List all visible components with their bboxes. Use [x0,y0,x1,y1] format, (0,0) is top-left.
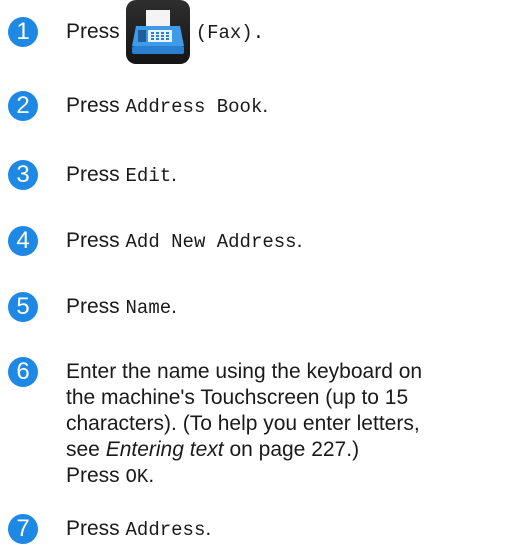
step-text: Press (Fax). [66,0,516,65]
instruction-line: characters). (To help you enter letters, [66,412,420,435]
press-label: Press [66,295,120,318]
step-number: 6 [8,357,38,387]
page-reference: on page 227.) [229,438,360,461]
fax-mode-label: (Fax). [195,22,265,44]
instruction-line: Enter the name using the keyboard on [66,360,423,383]
period: . [205,517,212,540]
instruction-line: the machine's Touchscreen (up to 15 [66,386,409,409]
step-number: 1 [8,17,38,47]
period: . [262,94,269,117]
press-label: Press [66,517,120,540]
step-number: 4 [8,226,38,256]
press-label: Press [66,464,120,487]
address-book-code: Address Book [125,96,263,118]
step-text: Press Edit. [66,162,516,189]
ok-code: OK [125,466,149,488]
edit-code: Edit [125,165,172,187]
instruction-line: Press OK. [66,463,516,490]
press-label: Press [66,229,120,252]
name-code: Name [125,297,172,319]
see-text: see [66,438,100,461]
step-number: 3 [8,160,38,190]
step-text: Press Add New Address. [66,228,516,255]
press-label: Press [66,163,120,186]
period: . [171,163,177,186]
period: . [296,229,303,252]
entering-text-link[interactable]: Entering text [106,438,224,461]
step-number: 7 [8,514,38,544]
step-text: Press Address Book. [66,93,516,120]
step-text: Enter the name using the keyboard on the… [66,359,516,490]
step-text: Press Address. [66,516,516,543]
address-code: Address [125,519,206,541]
press-label: Press [66,94,120,117]
add-new-address-code: Add New Address [125,231,297,253]
instruction-line: see Entering text on page 227.) [66,437,516,463]
step-number: 5 [8,292,38,322]
period: . [148,464,155,487]
press-label: Press [66,20,120,43]
step-text: Press Name. [66,294,516,321]
period: . [171,295,177,318]
fax-machine-icon [125,0,190,65]
step-number: 2 [8,91,38,121]
